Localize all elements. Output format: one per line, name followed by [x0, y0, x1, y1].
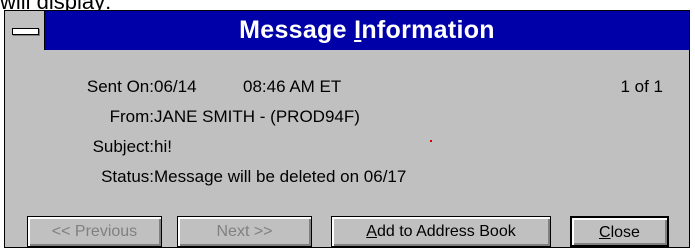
sent-on-label: Sent On:: [86, 77, 154, 96]
system-menu-button[interactable]: [5, 11, 45, 50]
previous-button[interactable]: << Previous: [27, 216, 162, 247]
system-menu-icon: [12, 28, 39, 35]
from-value: JANE SMITH - (PROD94F): [154, 107, 360, 126]
status-label: Status:: [101, 167, 154, 186]
window-title: Message Information: [239, 16, 495, 44]
subject-label: Subject:: [92, 137, 154, 156]
status-value: Message will be deleted on 06/17: [154, 167, 407, 186]
close-button[interactable]: Close: [570, 216, 669, 247]
next-button[interactable]: Next >>: [177, 216, 312, 247]
sent-date: 06/14: [154, 77, 197, 96]
subject-value: hi!: [154, 137, 172, 156]
sent-time: 08:46 AM ET: [243, 77, 342, 96]
stray-dot: [430, 140, 432, 142]
add-to-address-book-button[interactable]: Add to Address Book: [331, 216, 551, 247]
from-label: From:: [109, 107, 154, 126]
message-information-dialog: Message Information Sent On: 06/14 08:46…: [4, 10, 690, 248]
message-counter: 1 of 1: [620, 77, 663, 96]
title-bar: Message Information: [5, 11, 689, 50]
